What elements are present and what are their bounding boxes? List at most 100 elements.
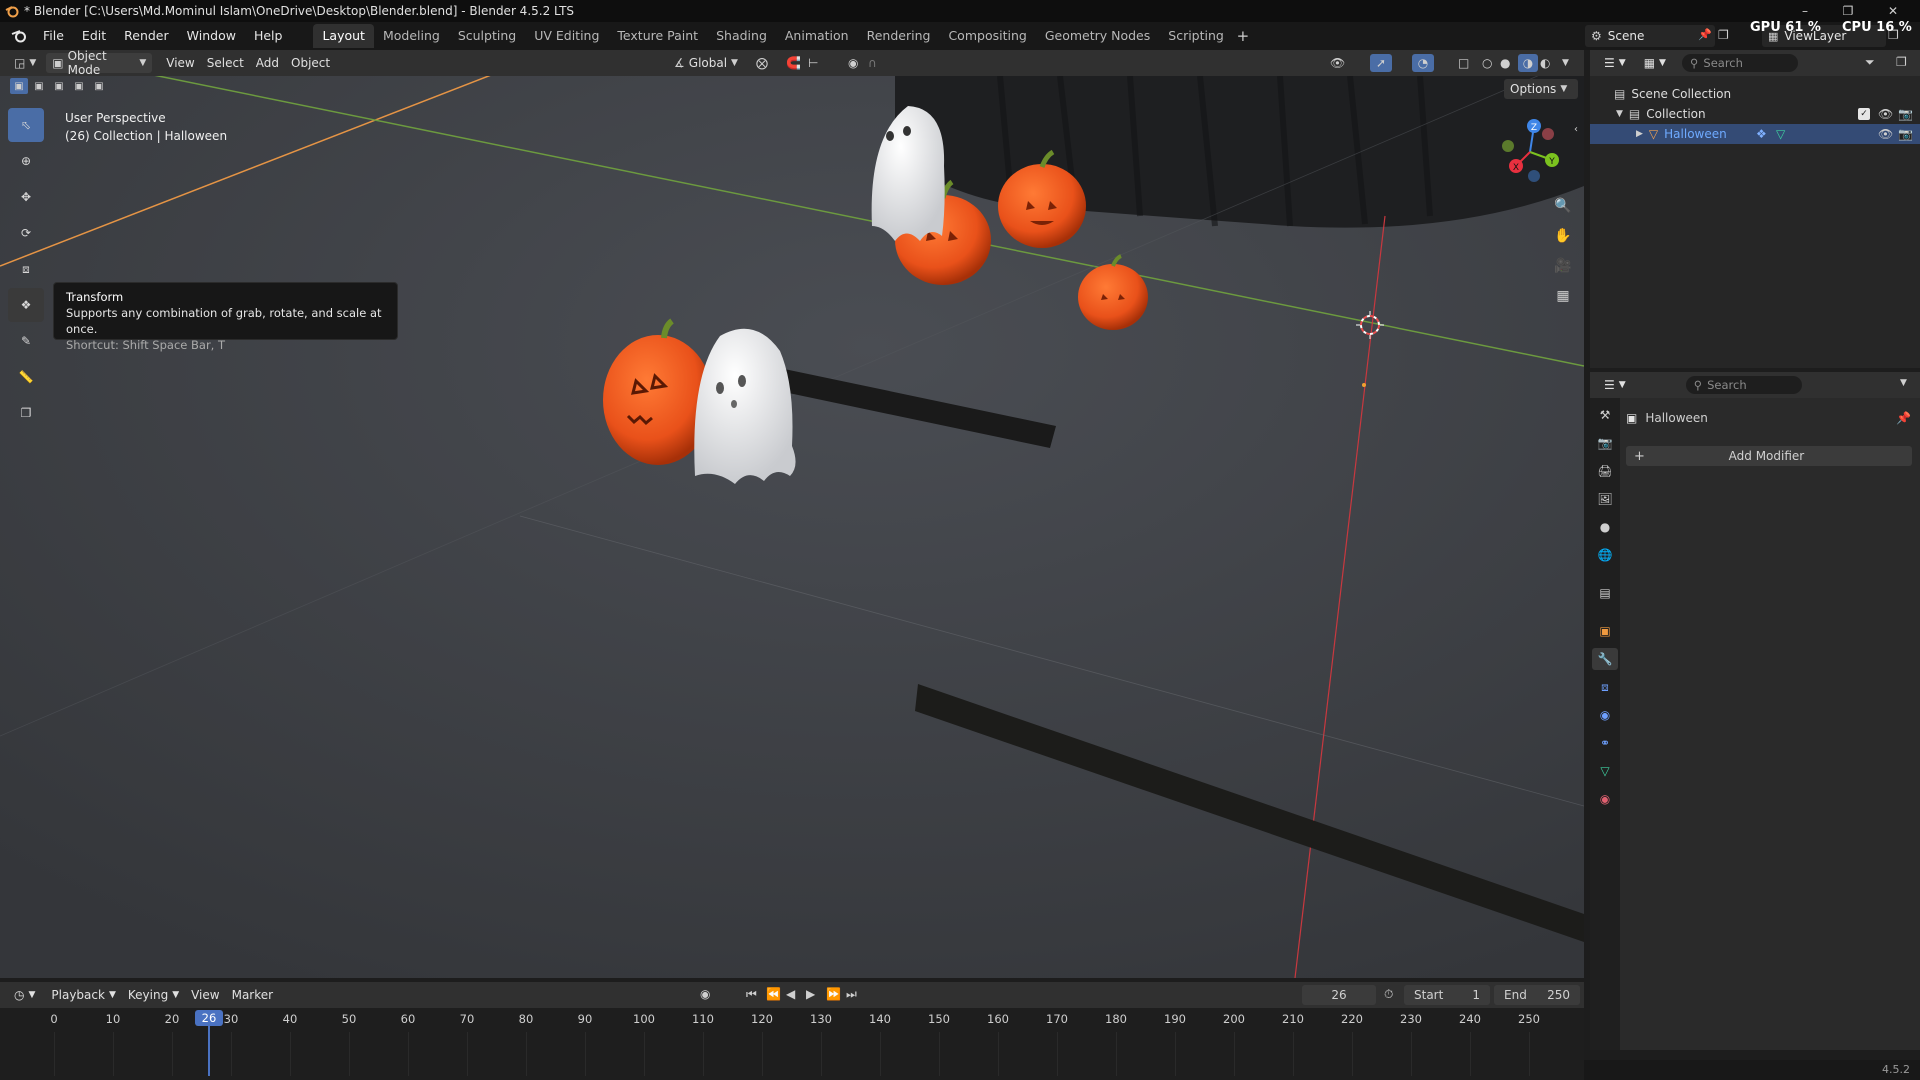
tool-tab-icon[interactable]: ⚒ bbox=[1600, 404, 1611, 426]
3d-viewport[interactable]: User Perspective (26) Collection | Hallo… bbox=[0, 76, 1584, 978]
start-frame-field[interactable]: Start 1 bbox=[1404, 985, 1490, 1005]
add-modifier-button[interactable]: + Add Modifier bbox=[1626, 446, 1912, 466]
exclude-checkbox[interactable]: ✓ bbox=[1858, 108, 1870, 120]
outliner-object-halloween[interactable]: ▶ ▽ Halloween ❖ ▽ 👁 📷 bbox=[1590, 124, 1920, 144]
view-layer-tab-icon[interactable]: 🖼 bbox=[1597, 488, 1612, 510]
maximize-icon[interactable]: ❐ bbox=[1838, 2, 1858, 20]
material-tab-icon[interactable]: ◉ bbox=[1600, 788, 1610, 810]
filter-icon[interactable]: ⏷ bbox=[1865, 55, 1875, 70]
outliner-search-input[interactable]: ⚲ Search bbox=[1681, 54, 1798, 72]
tab-rendering[interactable]: Rendering bbox=[858, 24, 940, 48]
tab-geometry-nodes[interactable]: Geometry Nodes bbox=[1036, 24, 1159, 48]
timeline-menu-keying[interactable]: Keying ▼ bbox=[122, 985, 185, 1005]
camera-icon[interactable]: 📷 bbox=[1898, 107, 1913, 121]
options-dropdown[interactable]: Options ▼ bbox=[1504, 79, 1578, 99]
jump-keyframe-forward-icon[interactable]: ⏩ bbox=[826, 987, 841, 1001]
transform-orientation-dropdown[interactable]: ∡ Global ▼ bbox=[668, 53, 744, 73]
particles-tab-icon[interactable]: ⧈ bbox=[1601, 676, 1609, 698]
rotate-tool-icon[interactable]: ⟳ bbox=[8, 216, 44, 250]
select-intersect-icon[interactable]: ▣ bbox=[90, 78, 108, 94]
pin-scene-icon[interactable]: 📌 bbox=[1698, 28, 1712, 41]
chevron-right-icon[interactable]: ▶ bbox=[1636, 129, 1643, 139]
snap-icon[interactable]: 🧲 bbox=[786, 56, 801, 70]
play-icon[interactable]: ▶ bbox=[806, 987, 815, 1001]
annotate-tool-icon[interactable]: ✎ bbox=[8, 324, 44, 358]
proportional-edit-icon[interactable]: ◉ bbox=[848, 56, 858, 70]
collection-tab-icon[interactable]: ▤ bbox=[1599, 582, 1610, 604]
timeline-menu-marker[interactable]: Marker bbox=[226, 985, 279, 1005]
scene-tab-icon[interactable]: ● bbox=[1600, 516, 1610, 538]
viewport-menu-select[interactable]: Select bbox=[201, 53, 250, 73]
zoom-icon[interactable]: 🔍 bbox=[1553, 196, 1573, 216]
menu-edit[interactable]: Edit bbox=[73, 25, 115, 47]
mesh-data-icon[interactable]: ▽ bbox=[1776, 127, 1785, 141]
tab-scripting[interactable]: Scripting bbox=[1159, 24, 1233, 48]
material-preview-icon[interactable]: ◑ bbox=[1518, 54, 1538, 72]
navigation-gizmo[interactable]: Z Y X bbox=[1494, 116, 1566, 188]
outliner-scene-collection[interactable]: ▤ Scene Collection bbox=[1590, 84, 1920, 104]
select-subtract-icon[interactable]: ▣ bbox=[50, 78, 68, 94]
outliner-collection[interactable]: ▼ ▤ Collection ✓ 👁 📷 bbox=[1590, 104, 1920, 124]
gizmo-toggle-icon[interactable]: ➚ bbox=[1370, 54, 1392, 72]
tab-sculpting[interactable]: Sculpting bbox=[449, 24, 525, 48]
preview-range-icon[interactable]: ⏱ bbox=[1384, 987, 1393, 1002]
wireframe-shading-icon[interactable]: ○ bbox=[1482, 56, 1492, 70]
outliner-editor-type-icon[interactable]: ☰ ▼ bbox=[1598, 53, 1632, 73]
menu-help[interactable]: Help bbox=[245, 25, 292, 47]
tab-modeling[interactable]: Modeling bbox=[374, 24, 449, 48]
playhead-frame-badge[interactable]: 26 bbox=[195, 1010, 223, 1026]
solid-shading-icon[interactable]: ● bbox=[1500, 56, 1510, 70]
visibility-icon[interactable]: 👁 bbox=[1330, 56, 1345, 70]
tab-compositing[interactable]: Compositing bbox=[939, 24, 1035, 48]
play-reverse-icon[interactable]: ◀ bbox=[786, 987, 795, 1001]
measure-tool-icon[interactable]: 📏 bbox=[8, 360, 44, 394]
viewport-menu-object[interactable]: Object bbox=[285, 53, 336, 73]
move-tool-icon[interactable]: ✥ bbox=[8, 180, 44, 214]
tab-shading[interactable]: Shading bbox=[707, 24, 776, 48]
object-tab-icon[interactable]: ▣ bbox=[1599, 620, 1610, 642]
end-frame-field[interactable]: End 250 bbox=[1494, 985, 1580, 1005]
pan-hand-icon[interactable]: ✋ bbox=[1553, 226, 1573, 246]
menu-render[interactable]: Render bbox=[115, 25, 178, 47]
select-new-icon[interactable]: ▣ bbox=[10, 78, 28, 94]
constraints-tab-icon[interactable]: ⚭ bbox=[1600, 732, 1610, 754]
jump-keyframe-back-icon[interactable]: ⏪ bbox=[766, 987, 781, 1001]
new-scene-icon[interactable]: ❐ bbox=[1718, 28, 1729, 42]
output-tab-icon[interactable]: 🖨 bbox=[1597, 460, 1612, 482]
pin-icon[interactable]: 📌 bbox=[1896, 411, 1911, 425]
xray-toggle-icon[interactable]: □ bbox=[1458, 56, 1469, 70]
timeline-menu-playback[interactable]: Playback ▼ bbox=[45, 985, 121, 1005]
object-mode-dropdown[interactable]: ▣ Object Mode ▼ bbox=[46, 49, 153, 77]
chevron-down-icon[interactable]: ▼ bbox=[1900, 378, 1907, 388]
display-mode-icon[interactable]: ▦ ▼ bbox=[1638, 53, 1672, 73]
select-invert-icon[interactable]: ▣ bbox=[70, 78, 88, 94]
editor-type-button[interactable]: ◲ ▼ bbox=[8, 53, 42, 73]
tab-texture-paint[interactable]: Texture Paint bbox=[608, 24, 707, 48]
modifier-wrench-icon[interactable]: ❖ bbox=[1756, 127, 1767, 141]
new-collection-icon[interactable]: ❐ bbox=[1896, 55, 1907, 69]
tab-animation[interactable]: Animation bbox=[776, 24, 858, 48]
physics-tab-icon[interactable]: ◉ bbox=[1600, 704, 1610, 726]
menu-file[interactable]: File bbox=[34, 25, 73, 47]
ortho-toggle-icon[interactable]: ▦ bbox=[1553, 286, 1573, 306]
tab-layout[interactable]: Layout bbox=[313, 24, 374, 48]
timeline-editor-type-icon[interactable]: ◷ ▼ bbox=[8, 985, 41, 1005]
blender-menu-icon[interactable] bbox=[4, 25, 34, 47]
pivot-point-icon[interactable]: ⨂ bbox=[756, 56, 768, 70]
eye-icon[interactable]: 👁 bbox=[1878, 107, 1893, 121]
scene-selector[interactable]: ⚙ Scene bbox=[1585, 25, 1715, 47]
current-frame-field[interactable]: 26 bbox=[1302, 985, 1376, 1005]
select-extend-icon[interactable]: ▣ bbox=[30, 78, 48, 94]
rendered-shading-icon[interactable]: ◐ bbox=[1540, 56, 1550, 70]
add-workspace-icon[interactable]: + bbox=[1233, 27, 1253, 45]
camera-icon[interactable]: 📷 bbox=[1898, 127, 1913, 141]
world-tab-icon[interactable]: 🌐 bbox=[1598, 544, 1613, 566]
falloff-icon[interactable]: ∩ bbox=[868, 56, 877, 70]
chevron-down-icon[interactable]: ▼ bbox=[1562, 58, 1569, 68]
close-icon[interactable]: ✕ bbox=[1883, 2, 1903, 20]
modifier-tab-icon[interactable]: 🔧 bbox=[1592, 648, 1618, 670]
scale-tool-icon[interactable]: ⧈ bbox=[8, 252, 44, 286]
viewport-menu-view[interactable]: View bbox=[160, 53, 200, 73]
auto-keying-icon[interactable]: ◉ bbox=[700, 987, 710, 1001]
cursor-tool-icon[interactable]: ⊕ bbox=[8, 144, 44, 178]
